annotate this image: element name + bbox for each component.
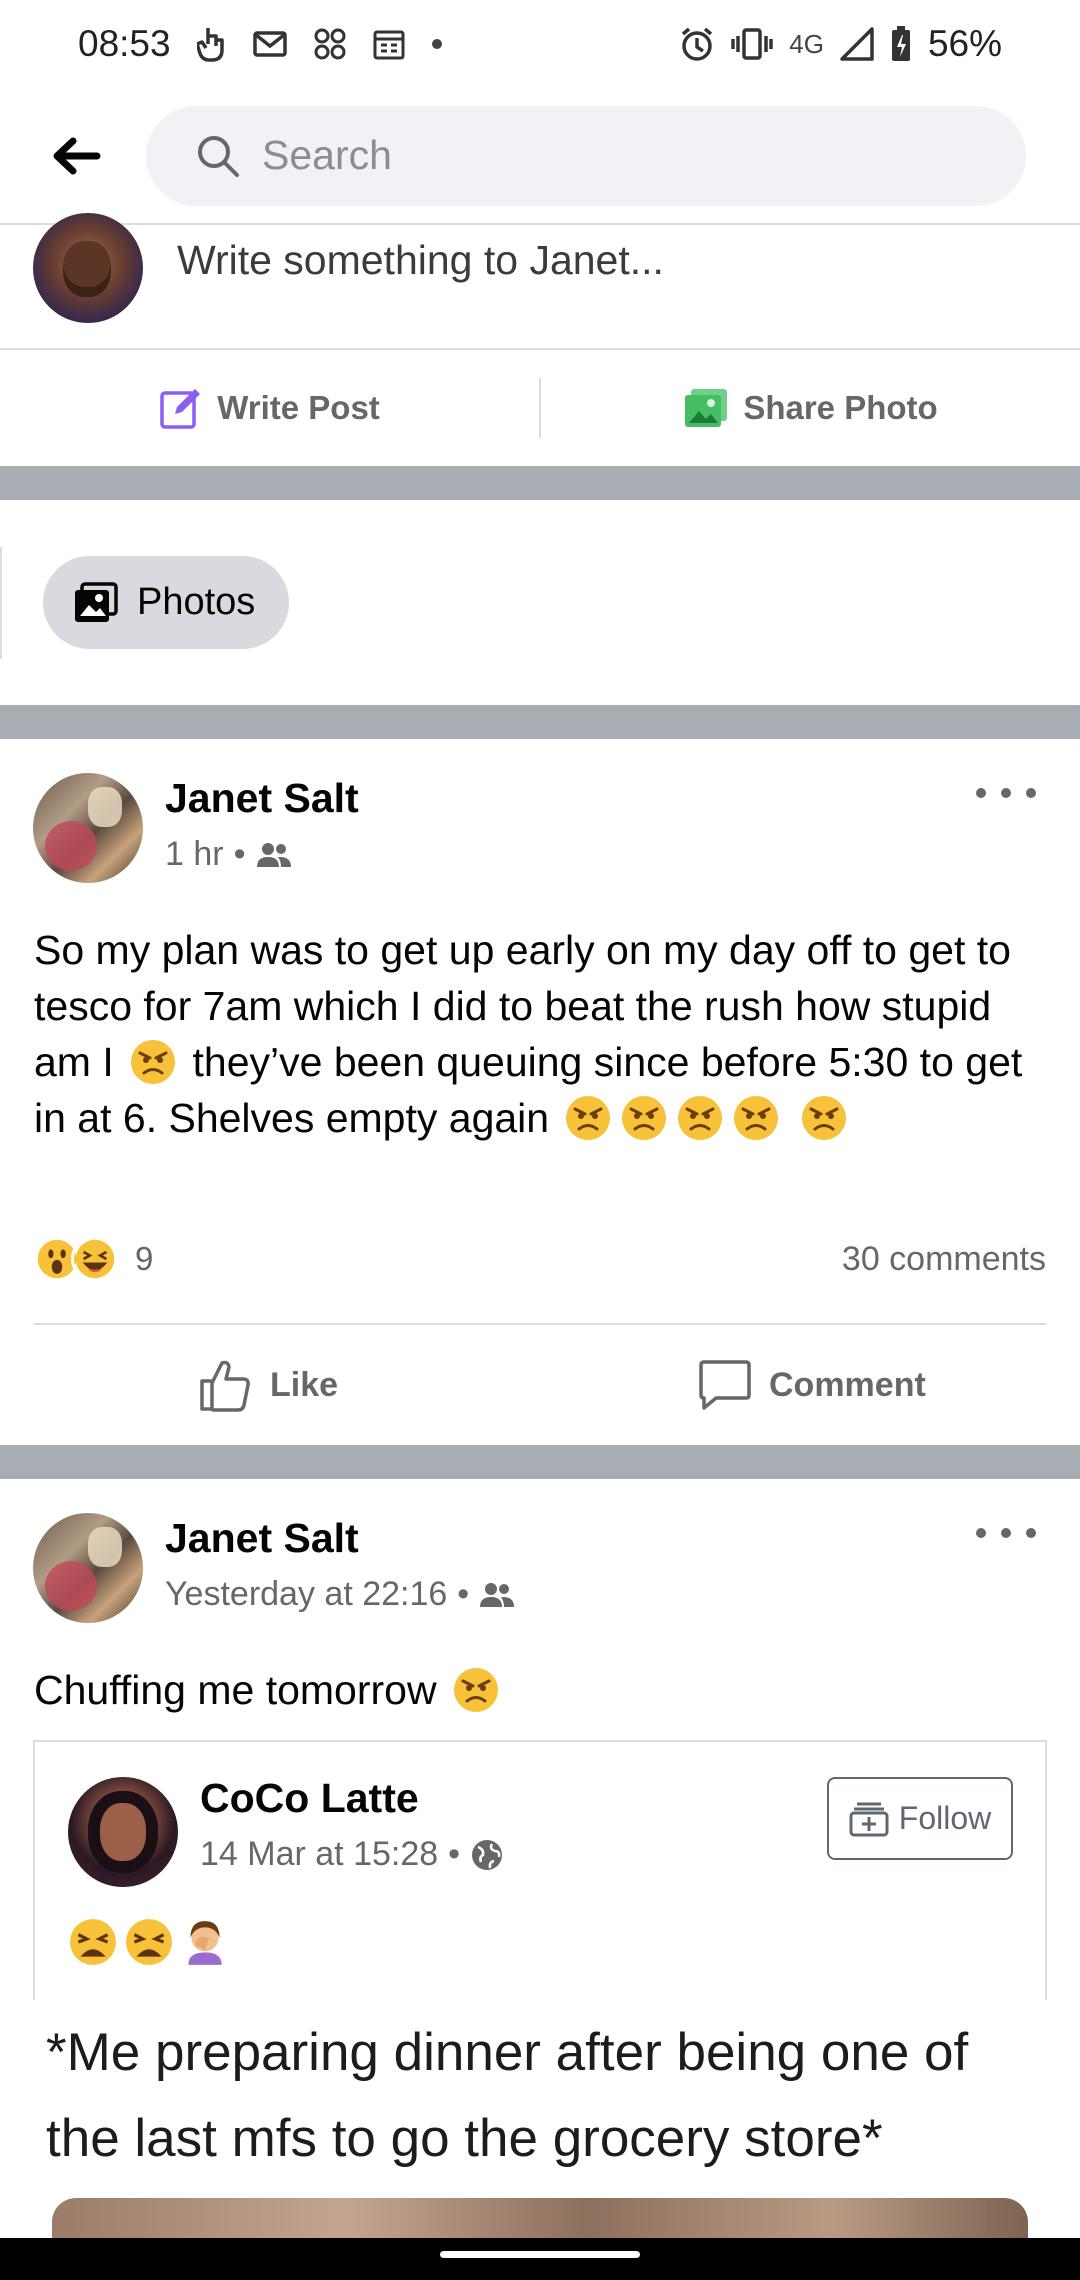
home-gesture-handle[interactable] — [440, 2251, 640, 2258]
share-photo-button[interactable]: Share Photo — [541, 350, 1080, 466]
meta-separator: • — [457, 1575, 470, 1613]
more-options-icon[interactable] — [976, 778, 1036, 808]
post-text-part: they’ve been queuing since before 5:30 t… — [34, 1039, 1023, 1141]
signal-icon — [840, 27, 874, 61]
meme-caption: *Me preparing dinner after being one of … — [46, 2023, 969, 2168]
shared-author-avatar[interactable] — [68, 1777, 178, 1887]
shared-post-card[interactable]: CoCo Latte 14 Mar at 15:28 • Follow — [33, 1740, 1047, 2000]
photos-section: Photos — [0, 500, 1080, 705]
comment-button[interactable]: Comment — [697, 1345, 926, 1425]
write-post-icon — [160, 389, 201, 429]
angry-emoji-icon — [453, 1668, 498, 1712]
user-avatar[interactable] — [33, 213, 143, 323]
post-author-name[interactable]: Janet Salt — [165, 775, 359, 822]
search-icon — [198, 135, 239, 177]
post-time[interactable]: Yesterday at 22:16 — [165, 1575, 447, 1614]
top-header — [0, 88, 1080, 225]
reaction-summary[interactable]: 9 — [33, 1235, 153, 1283]
haha-reaction-icon — [71, 1235, 119, 1283]
write-post-button[interactable]: Write Post — [0, 350, 539, 466]
weary-emoji-icon — [70, 1919, 116, 1965]
like-label: Like — [270, 1365, 339, 1404]
composer-prompt[interactable]: Write something to Janet... — [177, 237, 664, 284]
search-input[interactable] — [262, 132, 962, 179]
globe-icon — [472, 1839, 503, 1870]
battery-level: 56% — [927, 23, 1002, 64]
network-type: 4G — [789, 28, 824, 59]
comment-icon — [699, 1360, 751, 1410]
write-post-label: Write Post — [217, 389, 380, 426]
shared-author-name[interactable]: CoCo Latte — [200, 1775, 419, 1822]
vibrate-icon — [731, 28, 773, 60]
meta-separator: • — [448, 1835, 461, 1873]
scroll-edge — [0, 547, 2, 659]
like-button[interactable]: Like — [198, 1345, 338, 1425]
post-divider — [34, 1323, 1046, 1325]
section-separator — [0, 705, 1080, 739]
post-meta: 1 hr • — [165, 835, 292, 874]
gmail-icon — [252, 31, 287, 57]
composer[interactable]: Write something to Janet... — [0, 213, 1080, 350]
post-text: Chuffing me tomorrow — [34, 1667, 448, 1713]
section-separator — [0, 466, 1080, 500]
calendar-icon — [373, 28, 405, 60]
like-icon — [200, 1360, 250, 1412]
author-avatar[interactable] — [33, 1513, 143, 1623]
alarm-icon — [679, 26, 715, 62]
reaction-count: 9 — [135, 1240, 154, 1277]
friends-icon — [480, 1582, 515, 1607]
dot-icon — [431, 38, 443, 50]
shared-post-emojis — [68, 1917, 230, 1967]
status-bar: 08:53 4G 56% — [0, 0, 1080, 88]
touch-icon — [196, 26, 227, 62]
angry-emoji-icon — [801, 1096, 846, 1140]
search-bar[interactable] — [146, 105, 1026, 206]
author-avatar[interactable] — [33, 773, 143, 883]
comment-label: Comment — [769, 1365, 926, 1404]
battery-icon — [890, 25, 912, 63]
app-icon — [313, 27, 347, 61]
status-time: 08:53 — [78, 23, 171, 64]
angry-emoji-icon — [734, 1096, 779, 1140]
composer-actions: Write Post Share Photo — [0, 350, 1080, 466]
angry-emoji-icon — [566, 1096, 611, 1140]
share-photo-label: Share Photo — [743, 389, 938, 426]
friends-icon — [256, 842, 291, 867]
weary-emoji-icon — [126, 1919, 172, 1965]
post-time[interactable]: 1 hr — [165, 835, 224, 874]
follow-button[interactable]: Follow — [827, 1777, 1013, 1860]
angry-emoji-icon — [678, 1096, 723, 1140]
post-author-name[interactable]: Janet Salt — [165, 1515, 359, 1562]
shared-post-meta: 14 Mar at 15:28 • — [200, 1835, 504, 1874]
shared-post-time[interactable]: 14 Mar at 15:28 — [200, 1835, 438, 1874]
navigation-bar — [0, 2238, 1080, 2280]
back-arrow-icon — [53, 137, 101, 174]
photos-chip[interactable]: Photos — [43, 556, 290, 649]
meta-separator: • — [233, 835, 246, 873]
follow-label: Follow — [898, 1800, 992, 1836]
comments-count[interactable]: 30 comments — [842, 1240, 1046, 1279]
angry-emoji-icon — [131, 1040, 176, 1084]
photos-icon — [75, 581, 118, 622]
angry-emoji-icon — [622, 1096, 667, 1140]
more-options-icon[interactable] — [976, 1518, 1036, 1548]
meme-image[interactable] — [52, 2198, 1028, 2238]
post-body: Chuffing me tomorrow — [34, 1662, 1044, 1718]
post-meta: Yesterday at 22:16 • — [165, 1575, 515, 1614]
share-photo-icon — [685, 389, 728, 427]
follow-icon — [849, 1802, 889, 1836]
photos-label: Photos — [137, 581, 256, 623]
facepalm-emoji-icon — [188, 1921, 222, 1965]
back-button[interactable] — [36, 116, 116, 196]
section-separator — [0, 1445, 1080, 1479]
post-body: So my plan was to get up early on my day… — [34, 922, 1044, 1146]
